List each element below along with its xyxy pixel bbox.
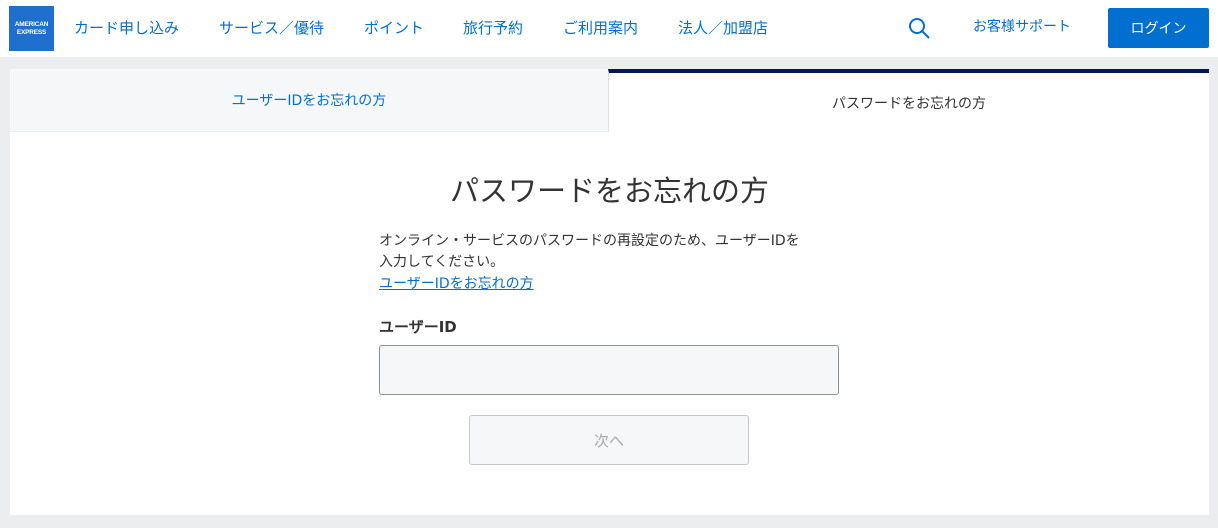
- nav-card-apply[interactable]: カード申し込み: [74, 18, 179, 38]
- nav-usage-guide[interactable]: ご利用案内: [563, 18, 638, 38]
- login-button[interactable]: ログイン: [1108, 8, 1209, 48]
- logo-line-2: EXPRESS: [16, 28, 47, 36]
- forgot-userid-link[interactable]: ユーザーIDをお忘れの方: [379, 274, 534, 294]
- nav-services[interactable]: サービス／優待: [219, 18, 324, 38]
- tab-forgot-userid[interactable]: ユーザーIDをお忘れの方: [10, 69, 608, 132]
- userid-label: ユーザーID: [379, 318, 457, 336]
- userid-input[interactable]: [379, 345, 839, 395]
- amex-logo[interactable]: AMERICAN EXPRESS: [9, 6, 54, 51]
- instructions-line-1: オンライン・サービスのパスワードの再設定のため、ユーザーIDを: [379, 233, 800, 249]
- customer-support-link[interactable]: お客様サポート: [973, 17, 1071, 37]
- instructions-line-2: 入力してください。: [379, 254, 505, 270]
- next-button[interactable]: 次へ: [469, 415, 749, 465]
- tab-forgot-password[interactable]: パスワードをお忘れの方: [608, 69, 1209, 132]
- nav-travel[interactable]: 旅行予約: [463, 18, 523, 38]
- password-reset-card: パスワードをお忘れの方 オンライン・サービスのパスワードの再設定のため、ユーザー…: [10, 132, 1209, 515]
- logo-line-1: AMERICAN: [14, 20, 49, 28]
- site-header: AMERICAN EXPRESS カード申し込み サービス／優待 ポイント 旅行…: [0, 0, 1218, 57]
- nav-points[interactable]: ポイント: [364, 18, 424, 38]
- instructions-text: オンライン・サービスのパスワードの再設定のため、ユーザーIDを 入力してください…: [379, 231, 849, 273]
- page-title: パスワードをお忘れの方: [449, 174, 769, 208]
- nav-corporate[interactable]: 法人／加盟店: [678, 18, 768, 38]
- search-icon[interactable]: [908, 17, 930, 39]
- recovery-tabs: ユーザーIDをお忘れの方 パスワードをお忘れの方: [10, 69, 1209, 132]
